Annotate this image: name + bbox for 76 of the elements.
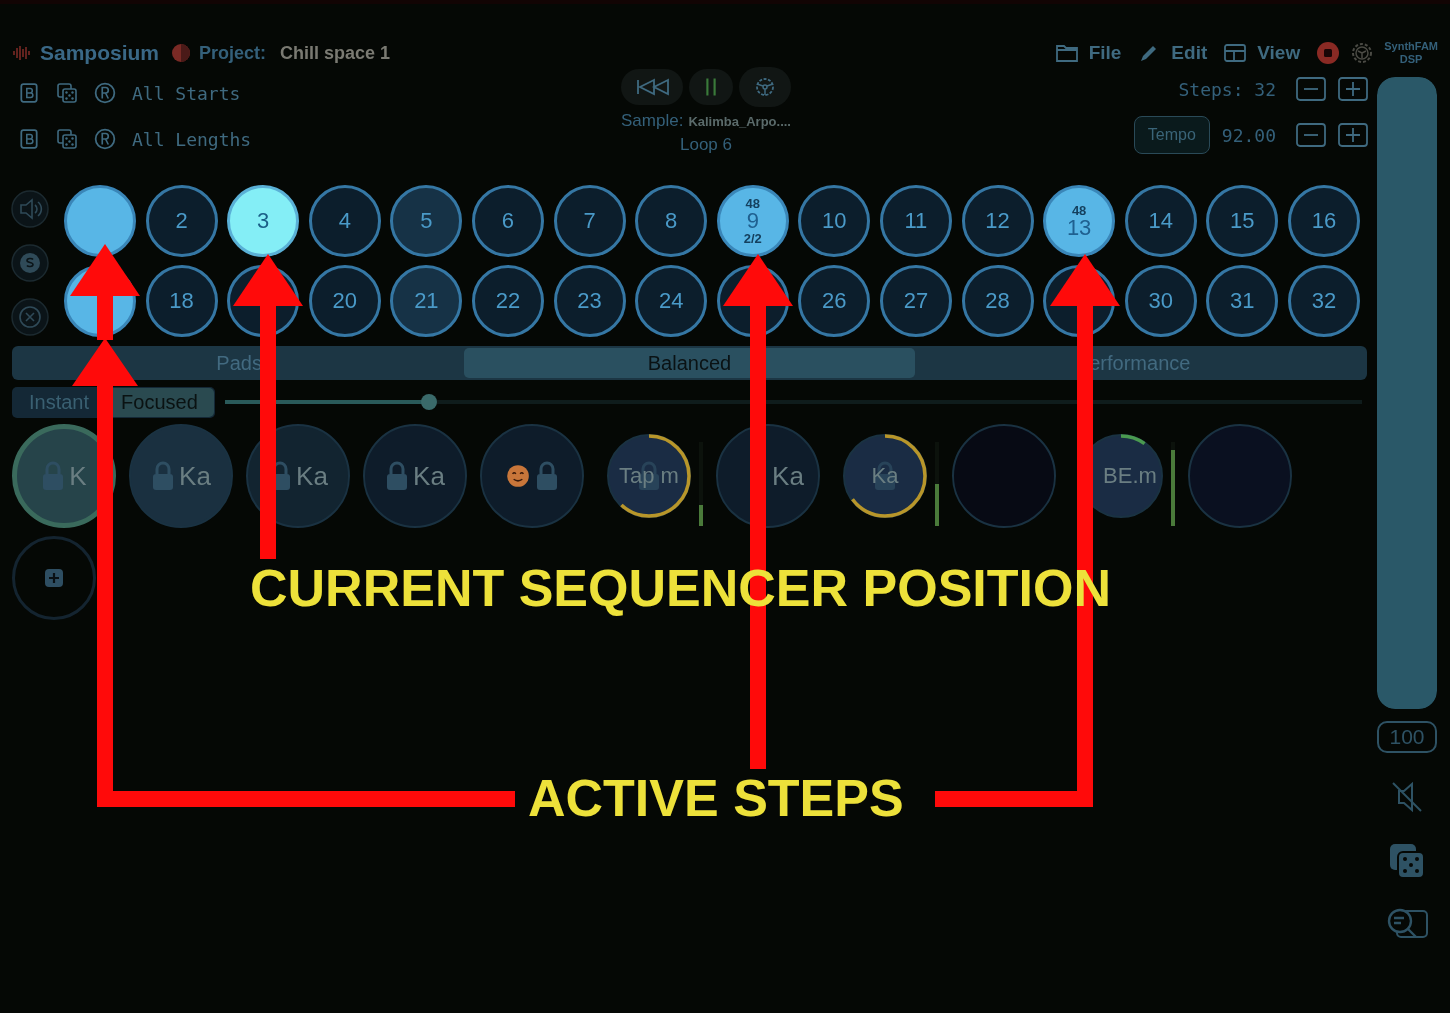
step-button[interactable]: 6: [471, 185, 544, 257]
step-button[interactable]: 28: [961, 264, 1034, 337]
rewind-button[interactable]: [621, 69, 683, 105]
annotation-text: ACTIVE STEPS: [528, 772, 904, 824]
menu-button[interactable]: View: [1223, 42, 1301, 64]
tempo-button[interactable]: Tempo: [1133, 116, 1210, 154]
step-button[interactable]: 31: [1206, 264, 1279, 337]
folder-icon: [1054, 43, 1079, 63]
half-circle-icon: [171, 43, 192, 63]
step-button[interactable]: 23: [553, 264, 626, 337]
solo-icon[interactable]: [10, 243, 50, 283]
step-button[interactable]: 11: [879, 185, 952, 257]
settings-icon[interactable]: [1350, 41, 1375, 65]
layout-icon: [1223, 43, 1248, 63]
wheel-button[interactable]: [739, 67, 791, 107]
b-box-icon[interactable]: [18, 82, 40, 104]
step-button[interactable]: 14: [1124, 185, 1197, 257]
step-button[interactable]: 20: [308, 264, 381, 337]
speaker-icon[interactable]: [10, 189, 50, 229]
step-button[interactable]: 4: [308, 185, 381, 257]
step-button[interactable]: 2: [145, 185, 218, 257]
stop-icon[interactable]: [1316, 41, 1341, 65]
step-button[interactable]: 27: [879, 264, 952, 337]
step-button[interactable]: 48 13: [1043, 185, 1116, 257]
step-button[interactable]: 10: [798, 185, 871, 257]
step-button[interactable]: 12: [961, 185, 1034, 257]
parameter-label[interactable]: All Starts: [132, 82, 241, 104]
r-circle-icon[interactable]: [94, 128, 116, 150]
menu-button[interactable]: Edit: [1137, 42, 1208, 64]
step-button[interactable]: 15: [1206, 185, 1279, 257]
app-name: Samposium: [40, 41, 160, 65]
close-icon[interactable]: [10, 297, 50, 337]
step-button[interactable]: 21: [390, 264, 463, 337]
step-button[interactable]: 5: [390, 185, 463, 257]
step-button[interactable]: 18: [145, 264, 218, 337]
step-button[interactable]: 30: [1124, 264, 1197, 337]
project-name: Chill space 1: [280, 42, 391, 64]
dice-icon[interactable]: [56, 128, 78, 150]
step-button[interactable]: 16: [1287, 185, 1360, 257]
sample-label: Sample:: [621, 111, 684, 131]
sample-pad[interactable]: Tap m: [607, 434, 691, 518]
plus-icon[interactable]: [1338, 77, 1368, 101]
plus-icon: [42, 566, 66, 590]
volume-slider[interactable]: [1377, 77, 1437, 709]
wheel-icon: [753, 75, 777, 99]
tempo-value: 92.00: [1221, 124, 1276, 146]
parameter-label[interactable]: All Lengths: [132, 128, 252, 150]
project-label: Project:: [199, 42, 267, 64]
step-button[interactable]: 24: [635, 264, 708, 337]
step-button[interactable]: 48 9 2/2: [716, 185, 789, 257]
r-circle-icon[interactable]: [94, 82, 116, 104]
b-box-icon[interactable]: [18, 128, 40, 150]
step-button[interactable]: 32: [1287, 264, 1360, 337]
steps-count: Steps: 32: [1178, 78, 1276, 100]
step-button[interactable]: 3: [227, 185, 300, 257]
plus-icon[interactable]: [1338, 123, 1368, 147]
loop-count: Loop 6: [680, 135, 732, 155]
step-button[interactable]: 8: [635, 185, 708, 257]
volume-value: 100: [1377, 721, 1437, 753]
minus-icon[interactable]: [1296, 123, 1326, 147]
rewind-icon: [634, 77, 670, 97]
minus-icon[interactable]: [1296, 77, 1326, 101]
sample-pad[interactable]: Ka: [129, 424, 233, 528]
sample-name: Kalimba_Arpo....: [688, 114, 791, 129]
waveform-icon: [12, 43, 32, 63]
brand-logo: SynthFAM DSP: [1384, 40, 1438, 66]
step-button[interactable]: 7: [553, 185, 626, 257]
add-button[interactable]: [12, 536, 96, 620]
step-button[interactable]: 26: [798, 264, 871, 337]
menu-button[interactable]: File: [1054, 42, 1122, 64]
sample-pad[interactable]: Ka: [843, 434, 927, 518]
step-button[interactable]: 22: [471, 264, 544, 337]
pause-button[interactable]: [689, 69, 733, 105]
slider-thumb[interactable]: [421, 394, 438, 410]
dice-icon[interactable]: [56, 82, 78, 104]
sample-pad[interactable]: Ka: [363, 424, 467, 528]
